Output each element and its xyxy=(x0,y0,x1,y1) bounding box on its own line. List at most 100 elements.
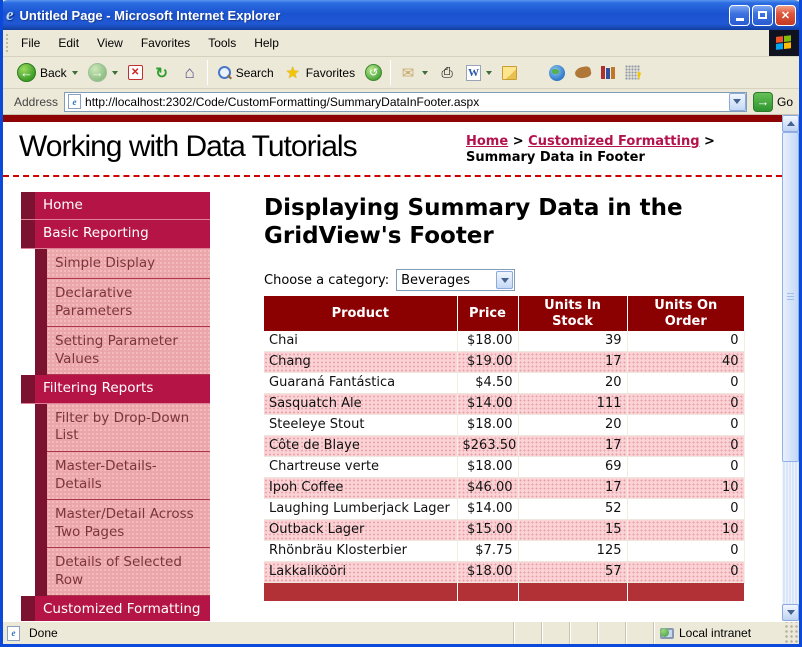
refresh-button[interactable]: ↻ xyxy=(148,62,176,84)
resize-grip[interactable] xyxy=(783,622,799,644)
back-dropdown-icon[interactable] xyxy=(72,71,78,75)
cell-order: 0 xyxy=(627,562,744,583)
cell-price: $18.00 xyxy=(457,562,518,583)
messenger-button[interactable] xyxy=(570,65,596,80)
table-row: Laughing Lumberjack Lager $14.00 52 0 xyxy=(264,499,744,520)
menu-tools[interactable]: Tools xyxy=(199,36,245,50)
forward-button[interactable]: → xyxy=(83,61,123,84)
search-button[interactable]: Search xyxy=(211,63,279,83)
sidebar-item-label[interactable]: Setting Parameter Values xyxy=(47,327,210,375)
cell-price: $18.00 xyxy=(457,457,518,478)
menu-bar: File Edit View Favorites Tools Help xyxy=(3,30,799,57)
forward-dropdown-icon[interactable] xyxy=(112,71,118,75)
sidebar-item-label[interactable]: Home xyxy=(35,192,210,220)
category-selected-value[interactable]: Beverages xyxy=(397,273,496,288)
sidebar-item-label[interactable]: Customized Formatting xyxy=(35,596,210,621)
encyclopedia-button[interactable] xyxy=(596,64,620,81)
sidebar-item-master-details-details[interactable]: Master-Details-Details xyxy=(21,452,210,500)
sidebar-item-master-detail-across-two-pages[interactable]: Master/Detail Across Two Pages xyxy=(21,500,210,548)
column-header-units-in-stock: Units In Stock xyxy=(518,296,627,331)
sidebar-subtab xyxy=(35,249,47,280)
cell-price: $14.00 xyxy=(457,394,518,415)
cell-product: Sasquatch Ale xyxy=(264,394,457,415)
cell-stock: 57 xyxy=(518,562,627,583)
menu-favorites[interactable]: Favorites xyxy=(132,36,199,50)
sidebar-item-label[interactable]: Filtering Reports xyxy=(35,375,210,403)
menu-file[interactable]: File xyxy=(12,36,49,50)
menu-edit[interactable]: Edit xyxy=(49,36,88,50)
sidebar-item-label[interactable]: Simple Display xyxy=(47,249,210,280)
sidebar-item-label[interactable]: Declarative Parameters xyxy=(47,279,210,327)
cell-order: 0 xyxy=(627,499,744,520)
back-icon: ← xyxy=(17,63,36,82)
cell-order: 0 xyxy=(627,436,744,457)
mail-button[interactable]: ✉ xyxy=(394,62,433,84)
status-panel xyxy=(541,622,569,644)
go-button[interactable]: → xyxy=(753,92,773,112)
sidebar-subtab xyxy=(35,452,47,500)
breadcrumb-current: Summary Data in Footer xyxy=(466,150,645,165)
sidebar-item-filtering-reports[interactable]: Filtering Reports xyxy=(21,375,210,404)
mail-dropdown-icon[interactable] xyxy=(422,71,428,75)
research-button[interactable] xyxy=(544,63,570,83)
chevron-down-icon xyxy=(733,99,741,104)
print-icon: ⎙ xyxy=(438,64,456,82)
print-button[interactable]: ⎙ xyxy=(433,62,461,84)
favorites-star-icon: ★ xyxy=(284,64,302,82)
sidebar-item-label[interactable]: Basic Reporting xyxy=(35,220,210,248)
cell-stock: 17 xyxy=(518,352,627,373)
address-input[interactable]: e http://localhost:2302/Code/CustomForma… xyxy=(64,92,747,112)
breadcrumb-section-link[interactable]: Customized Formatting xyxy=(528,134,699,149)
standard-toolbar: ← Back → ✕ ↻ ⌂ Search ★ Favorites ↺ ✉ ⎙ … xyxy=(3,57,799,89)
note-icon xyxy=(502,66,517,80)
sidebar-item-label[interactable]: Details of Selected Row xyxy=(47,548,210,596)
word-icon: W xyxy=(466,65,481,81)
menu-help[interactable]: Help xyxy=(245,36,288,50)
stop-button[interactable]: ✕ xyxy=(123,63,148,82)
select-dropdown-button[interactable] xyxy=(496,271,513,289)
menubar-grip[interactable] xyxy=(5,33,10,53)
home-icon: ⌂ xyxy=(181,64,199,82)
breadcrumb-separator: > xyxy=(704,134,715,149)
edit-button[interactable]: W xyxy=(461,63,497,83)
sidebar-item-home[interactable]: Home xyxy=(21,192,210,221)
favorites-button[interactable]: ★ Favorites xyxy=(279,62,360,84)
sidebar-item-setting-parameter-values[interactable]: Setting Parameter Values xyxy=(21,327,210,375)
sidebar-item-declarative-parameters[interactable]: Declarative Parameters xyxy=(21,279,210,327)
maximize-button[interactable] xyxy=(752,5,773,26)
sidebar-item-basic-reporting[interactable]: Basic Reporting xyxy=(21,220,210,249)
address-dropdown-button[interactable] xyxy=(729,93,746,111)
back-button[interactable]: ← Back xyxy=(12,61,83,84)
discuss-button[interactable] xyxy=(497,64,522,82)
vertical-scrollbar[interactable] xyxy=(782,115,799,621)
sidebar-item-filter-by-dropdown-list[interactable]: Filter by Drop-Down List xyxy=(21,404,210,452)
sidebar-tab xyxy=(21,596,35,621)
breadcrumb-home-link[interactable]: Home xyxy=(466,134,508,149)
sidebar-item-details-of-selected-row[interactable]: Details of Selected Row xyxy=(21,548,210,596)
sidebar-item-label[interactable]: Master-Details-Details xyxy=(47,452,210,500)
scrollbar-track[interactable] xyxy=(782,462,799,604)
minimize-button[interactable] xyxy=(729,5,750,26)
cell-stock: 125 xyxy=(518,541,627,562)
category-select[interactable]: Beverages xyxy=(396,269,515,291)
home-button[interactable]: ⌂ xyxy=(176,62,204,84)
sidebar-item-label[interactable]: Master/Detail Across Two Pages xyxy=(47,500,210,548)
cell-price: $263.50 xyxy=(457,436,518,457)
edit-dropdown-icon[interactable] xyxy=(486,71,492,75)
scroll-down-button[interactable] xyxy=(782,604,799,621)
close-button[interactable]: ✕ xyxy=(775,5,796,26)
security-zone: Local intranet xyxy=(653,622,783,644)
history-button[interactable]: ↺ xyxy=(360,62,387,83)
scrollbar-thumb[interactable] xyxy=(782,132,799,462)
fix-button[interactable] xyxy=(620,63,645,82)
menu-view[interactable]: View xyxy=(88,36,132,50)
sidebar-tab xyxy=(21,375,35,403)
sidebar-item-simple-display[interactable]: Simple Display xyxy=(21,249,210,280)
sidebar-item-label[interactable]: Filter by Drop-Down List xyxy=(47,404,210,452)
scroll-up-button[interactable] xyxy=(782,115,799,132)
address-url[interactable]: http://localhost:2302/Code/CustomFormatt… xyxy=(85,95,729,109)
go-label[interactable]: Go xyxy=(777,95,793,109)
sidebar-item-customized-formatting[interactable]: Customized Formatting xyxy=(21,596,210,621)
stop-icon: ✕ xyxy=(128,65,143,80)
cell-order: 10 xyxy=(627,520,744,541)
